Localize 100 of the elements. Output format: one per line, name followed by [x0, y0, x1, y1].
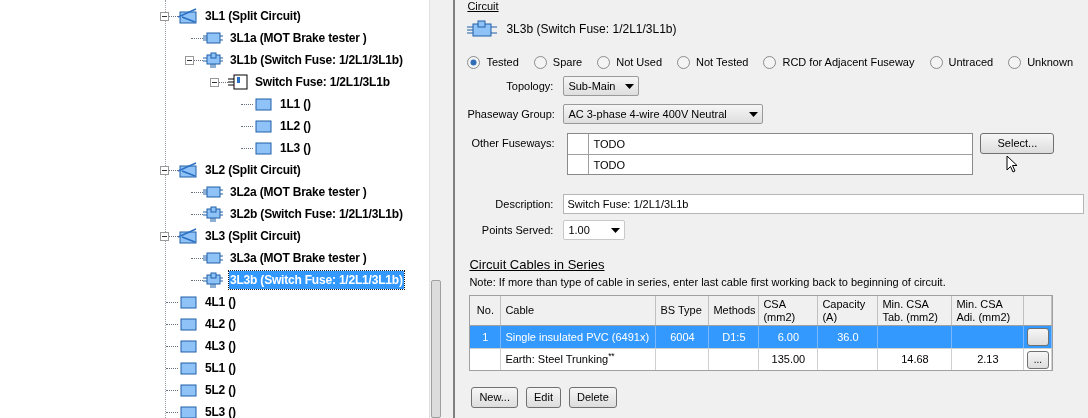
action-button[interactable]: Delete [568, 387, 617, 408]
tree-item[interactable]: 3L2b (Switch Fuse: 1/2L1/3L1b) [229, 205, 404, 223]
radio-icon [597, 55, 611, 69]
mouse-cursor-icon [1006, 155, 1019, 174]
switch-fuse-icon [467, 19, 498, 39]
tree-item[interactable]: 3L2 (Split Circuit) [204, 161, 302, 179]
status-radio[interactable]: Tested [467, 53, 519, 71]
field-label: Topology: [505, 78, 555, 94]
tree-item[interactable]: 4L2 () [204, 315, 237, 333]
expander-toggle[interactable] [210, 77, 219, 87]
tree-item[interactable]: 3L3a (MOT Brake tester ) [229, 249, 368, 267]
tree-item[interactable]: 3L1b (Switch Fuse: 1/2L1/3L1b) [229, 51, 404, 69]
radio-icon [763, 55, 777, 69]
tree-item[interactable]: 1L3 () [279, 139, 312, 157]
table-cell-text: Single insulated PVC (6491x) [505, 329, 650, 345]
topology-dropdown[interactable]: Sub-Main [563, 76, 640, 96]
points-served-dropdown[interactable]: 1.00 [563, 220, 626, 240]
circuit-icon [178, 316, 198, 332]
tree-item[interactable]: 3L3 (Split Circuit) [204, 227, 302, 245]
tree-item[interactable]: 4L3 () [204, 337, 237, 355]
circuit-icon [253, 140, 273, 156]
circuit-icon [178, 294, 198, 310]
select-button[interactable]: Select... [980, 133, 1055, 154]
circuit-icon [253, 118, 273, 134]
column-header: Min. CSA Adi. (mm2) [952, 296, 1025, 325]
table-cell-text: 1 [482, 329, 489, 345]
scrollbar[interactable] [429, 0, 442, 418]
radio-icon [533, 55, 547, 69]
column-header: No. [470, 296, 502, 325]
circuit-icon [178, 382, 198, 398]
column-header: Min. CSA Tab. (mm2) [878, 296, 953, 325]
status-radio[interactable]: Unknown [1008, 53, 1073, 71]
dropdown-arrow-icon [611, 227, 621, 233]
grid-cell-text: TODO [592, 137, 625, 152]
tree-item[interactable]: 1L1 () [279, 95, 312, 113]
section-heading: Circuit [467, 0, 499, 12]
table-cell-text: D1:5 [722, 329, 746, 345]
dropdown-arrow-icon [625, 83, 635, 89]
status-radio[interactable]: Not Used [597, 53, 663, 71]
load-icon [203, 30, 223, 46]
action-button[interactable]: New... [471, 387, 518, 408]
status-radio[interactable]: Untraced [929, 53, 994, 71]
tree-item[interactable]: 4L1 () [204, 293, 237, 311]
load-icon [203, 250, 223, 266]
tree-item[interactable]: 3L1a (MOT Brake tester ) [229, 29, 368, 47]
table-cell-text: 6.00 [777, 329, 800, 345]
radio-icon [467, 55, 481, 69]
column-header: Capacity (A) [818, 296, 879, 325]
column-header: Cable [501, 296, 657, 325]
section-heading: Circuit Cables in Series [469, 257, 605, 273]
tree-item[interactable]: 5L3 () [204, 403, 237, 418]
expander-toggle[interactable] [185, 55, 194, 65]
tree-item[interactable]: 5L1 () [204, 359, 237, 377]
tree-item[interactable]: 5L2 () [204, 381, 237, 399]
table-cell-text: 6004 [670, 329, 695, 345]
split-circuit-icon [178, 8, 198, 24]
circuit-icon [178, 338, 198, 354]
table-cell: Earth: Steel Trunking$^{**}$ [505, 351, 615, 368]
switch-fuse-icon [203, 206, 223, 222]
action-button[interactable]: Edit [526, 387, 561, 408]
phaseway-dropdown[interactable]: AC 3-phase 4-wire 400V Neutral [563, 104, 764, 124]
radio-icon [677, 55, 691, 69]
switch-fuse-icon [203, 272, 223, 288]
fuse-box-icon [228, 74, 248, 90]
load-icon [203, 184, 223, 200]
table-row[interactable]: Earth: Steel Trunking$^{**}$ 135.00 14.68 2.13 ... [470, 348, 1053, 370]
fuseways-grid[interactable]: TODO TODO [567, 133, 974, 175]
ellipsis-button[interactable]: ... [1026, 350, 1049, 369]
radio-icon [1008, 55, 1022, 69]
table-cell-text: 2.13 [977, 352, 999, 368]
split-circuit-icon [178, 228, 198, 244]
switch-fuse-icon [203, 52, 223, 68]
field-label: Description: [494, 196, 555, 212]
status-radio[interactable]: RCD for Adjacent Fuseway [763, 53, 915, 71]
tree-item[interactable]: 1L2 () [279, 117, 312, 135]
tree-item[interactable]: 3L1 (Split Circuit) [204, 7, 302, 25]
table-cell-text: 135.00 [771, 352, 806, 368]
field-label: Points Served: [480, 222, 555, 238]
scrollbar-thumb[interactable] [431, 280, 441, 418]
split-circuit-icon [178, 162, 198, 178]
circuit-icon [178, 404, 198, 418]
tree-item[interactable]: Switch Fuse: 1/2L1/3L1b [254, 73, 391, 91]
description-field[interactable]: Switch Fuse: 1/2L1/3L1b [563, 194, 1084, 214]
ellipsis-button[interactable] [1026, 328, 1049, 346]
expander-toggle[interactable] [160, 231, 169, 241]
column-header: BS Type [656, 296, 710, 325]
tree-item[interactable]: 3L2a (MOT Brake tester ) [229, 183, 368, 201]
expander-toggle[interactable] [160, 165, 169, 175]
grid-cell-text: TODO [592, 158, 625, 173]
column-header: CSA (mm2) [759, 296, 819, 325]
circuit-icon [178, 360, 198, 376]
field-label: Other Fuseways: [470, 136, 556, 151]
table-cell-text: 36.0 [837, 329, 859, 345]
status-radio[interactable]: Not Tested [677, 53, 749, 71]
column-header: Methods [709, 296, 760, 325]
circuit-icon [253, 96, 273, 112]
radio-icon [929, 55, 943, 69]
status-radio[interactable]: Spare [533, 53, 583, 71]
expander-toggle[interactable] [160, 11, 169, 21]
table-cell-text: 14.68 [901, 352, 929, 368]
